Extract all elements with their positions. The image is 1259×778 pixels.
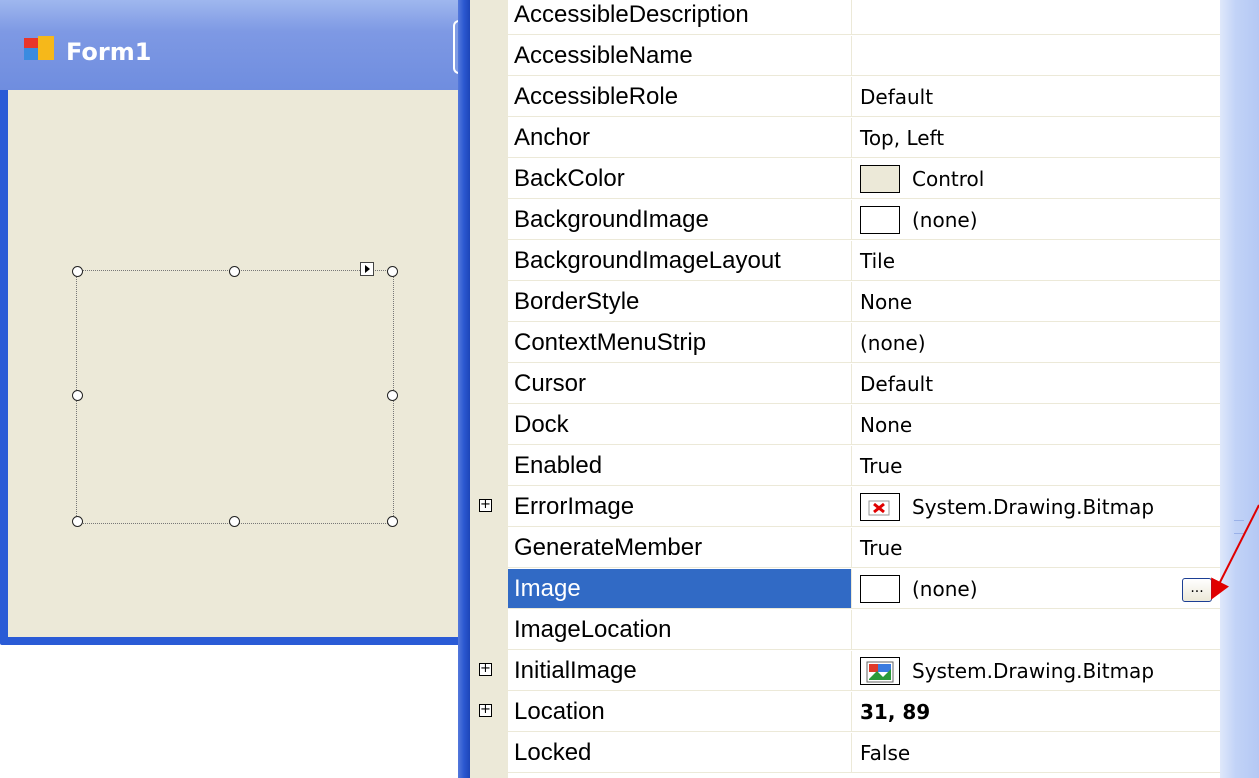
expand-plus-icon[interactable]: + (479, 703, 492, 717)
resize-handle-top[interactable] (229, 266, 240, 277)
property-name[interactable]: Cursor (508, 364, 852, 404)
property-value[interactable]: System.Drawing.Bitmap (852, 487, 1220, 527)
resize-handle-top-left[interactable] (72, 266, 83, 277)
property-row-enabled[interactable]: Enabled True (470, 446, 1220, 487)
property-value[interactable]: False (852, 733, 1220, 773)
property-value[interactable]: Tile (852, 241, 1220, 281)
property-name[interactable]: Anchor (508, 118, 852, 158)
property-value-text: (none) (860, 331, 926, 355)
property-row-accessiblename[interactable]: AccessibleName (470, 36, 1220, 77)
form-title-bar[interactable]: Form1 (0, 0, 468, 90)
ellipsis-button[interactable]: ... (1182, 578, 1212, 602)
window-divider (458, 0, 470, 778)
property-row-backcolor[interactable]: BackColor Control (470, 159, 1220, 200)
resize-handle-bottom-right[interactable] (387, 516, 398, 527)
property-name[interactable]: ImageLocation (508, 610, 852, 650)
property-row-backgroundimage[interactable]: BackgroundImage (none) (470, 200, 1220, 241)
empty-image-swatch (860, 206, 900, 234)
property-row-backgroundimagelayout[interactable]: BackgroundImageLayout Tile (470, 241, 1220, 282)
property-value-text: Top, Left (860, 126, 945, 150)
property-name[interactable]: ErrorImage (508, 487, 852, 527)
picturebox-control[interactable] (76, 270, 394, 524)
property-value[interactable]: Control (852, 159, 1220, 199)
property-name[interactable]: BorderStyle (508, 282, 852, 322)
property-row-imagelocation[interactable]: ImageLocation (470, 610, 1220, 651)
resize-handle-left[interactable] (72, 390, 83, 401)
property-value[interactable]: True (852, 446, 1220, 486)
property-name[interactable]: BackColor (508, 159, 852, 199)
scrollbar-grip-icon[interactable] (1234, 520, 1244, 534)
property-grid[interactable]: AccessibleDescription AccessibleName Acces… (470, 0, 1220, 778)
property-name[interactable]: GenerateMember (508, 528, 852, 568)
property-name[interactable]: BackgroundImage (508, 200, 852, 240)
color-swatch (860, 165, 900, 193)
expand-plus-icon[interactable]: + (479, 498, 492, 512)
property-value-text: System.Drawing.Bitmap (912, 659, 1155, 683)
property-value[interactable]: True (852, 528, 1220, 568)
property-value-text: (none) (912, 208, 978, 232)
property-value[interactable] (852, 0, 1220, 35)
property-name[interactable]: AccessibleRole (508, 77, 852, 117)
property-value[interactable]: Default (852, 77, 1220, 117)
resize-handle-bottom-left[interactable] (72, 516, 83, 527)
property-value-text: Default (860, 85, 934, 109)
property-row-anchor[interactable]: Anchor Top, Left (470, 118, 1220, 159)
property-row-accessibledescription[interactable]: AccessibleDescription (470, 0, 1220, 36)
property-name[interactable]: Location (508, 692, 852, 732)
property-row-accessiblerole[interactable]: AccessibleRole Default (470, 77, 1220, 118)
property-name[interactable]: ContextMenuStrip (508, 323, 852, 363)
property-value-text: Default (860, 372, 934, 396)
form-app-icon (24, 36, 54, 60)
resize-handle-top-right[interactable] (387, 266, 398, 277)
property-name[interactable]: AccessibleDescription (508, 0, 852, 35)
property-value[interactable]: (none) (852, 200, 1220, 240)
property-value[interactable] (852, 610, 1220, 650)
property-name[interactable]: Dock (508, 405, 852, 445)
empty-image-swatch (860, 575, 900, 603)
property-name[interactable]: InitialImage (508, 651, 852, 691)
property-value-text: False (860, 741, 911, 765)
property-row-errorimage[interactable]: + ErrorImage System.Drawing.Bitmap (470, 487, 1220, 528)
initial-image-icon (860, 657, 900, 685)
property-value-text: None (860, 413, 913, 437)
property-name[interactable]: AccessibleName (508, 36, 852, 76)
form-title: Form1 (66, 38, 152, 66)
resize-handle-right[interactable] (387, 390, 398, 401)
property-row-locked[interactable]: Locked False (470, 733, 1220, 774)
property-row-cursor[interactable]: Cursor Default (470, 364, 1220, 405)
property-value[interactable]: System.Drawing.Bitmap (852, 651, 1220, 691)
smart-tag-arrow-icon[interactable] (360, 262, 374, 276)
vertical-scrollbar[interactable] (1220, 0, 1259, 778)
resize-handle-bottom[interactable] (229, 516, 240, 527)
property-value[interactable]: Top, Left (852, 118, 1220, 158)
property-name[interactable]: BackgroundImageLayout (508, 241, 852, 281)
property-row-initialimage[interactable]: + InitialImage System.Drawing.Bitmap (470, 651, 1220, 692)
property-value[interactable]: None (852, 282, 1220, 322)
property-value-text: (none) (912, 577, 978, 601)
property-name[interactable]: Image (508, 569, 852, 609)
property-row-image[interactable]: Image (none)... (470, 569, 1220, 610)
property-row-generatemember[interactable]: GenerateMember True (470, 528, 1220, 569)
expand-plus-icon[interactable]: + (479, 662, 492, 676)
property-value-text: True (860, 454, 903, 478)
property-value-text: True (860, 536, 903, 560)
property-value[interactable] (852, 36, 1220, 76)
property-value[interactable]: 31, 89 (852, 692, 1220, 732)
property-name[interactable]: Enabled (508, 446, 852, 486)
property-value[interactable]: (none) (852, 323, 1220, 363)
property-row-location[interactable]: + Location 31, 89 (470, 692, 1220, 733)
property-value[interactable]: (none)... (852, 569, 1220, 609)
property-row-dock[interactable]: Dock None (470, 405, 1220, 446)
property-value-text: None (860, 290, 913, 314)
property-value-text: 31, 89 (860, 700, 931, 724)
property-value[interactable]: Default (852, 364, 1220, 404)
property-row-contextmenustrip[interactable]: ContextMenuStrip (none) (470, 323, 1220, 364)
error-image-icon (860, 493, 900, 521)
property-value-text: Tile (860, 249, 896, 273)
property-name[interactable]: Locked (508, 733, 852, 773)
property-row-borderstyle[interactable]: BorderStyle None (470, 282, 1220, 323)
property-value[interactable]: None (852, 405, 1220, 445)
property-value-text: System.Drawing.Bitmap (912, 495, 1155, 519)
property-value-text: Control (912, 167, 985, 191)
